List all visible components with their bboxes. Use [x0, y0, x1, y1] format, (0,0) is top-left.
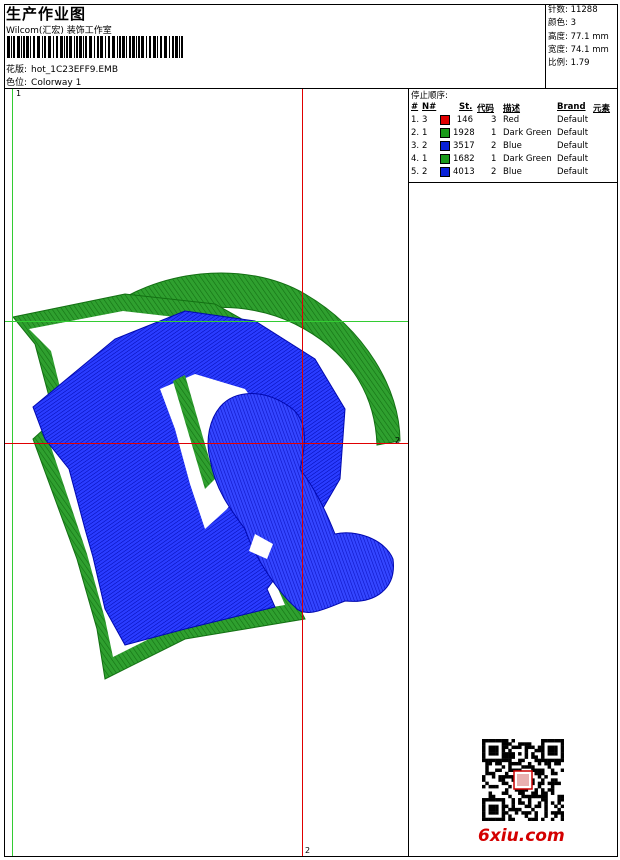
table-row: 2. 1 1928 1 Dark Green Default: [409, 128, 617, 141]
color-swatch: [440, 128, 450, 138]
guide-line-vertical-red: [302, 89, 303, 856]
barcode-image: [7, 36, 183, 58]
cell-idx: 1.: [411, 115, 420, 125]
specs-divider: [545, 4, 546, 88]
guide-label-top-left: 1: [16, 89, 22, 98]
col-header-stitches: St.: [459, 102, 473, 112]
cell-n: 2: [422, 167, 428, 177]
design-canvas: 1 2 2: [5, 89, 408, 856]
cell-desc: Blue: [503, 167, 522, 177]
col-header-brand: Brand: [557, 102, 586, 112]
cell-n: 1: [422, 128, 428, 138]
stop-table-divider: [408, 182, 618, 183]
colorway-label: 色位:: [6, 78, 28, 88]
color-swatch: [440, 167, 450, 177]
site-watermark-logo: 6xiu.com: [478, 826, 565, 846]
cell-brand: Default: [557, 167, 589, 177]
cell-desc: Dark Green: [503, 128, 552, 138]
cell-n: 2: [422, 141, 428, 151]
col-header-needle: N#: [422, 102, 437, 112]
cell-desc: Red: [503, 115, 520, 125]
cell-idx: 4.: [411, 154, 420, 164]
cell-n: 3: [422, 115, 428, 125]
color-swatch: [440, 154, 450, 164]
table-row: 5. 2 4013 2 Blue Default: [409, 167, 617, 180]
colorway-value: Colorway 1: [31, 78, 82, 88]
cell-desc: Dark Green: [503, 154, 552, 164]
cell-n: 1: [422, 154, 428, 164]
cell-st: 3517: [453, 141, 475, 151]
cell-code: 1: [491, 154, 497, 164]
col-header-code: 代码: [477, 104, 495, 114]
spec-width: 宽度: 74.1 mm: [548, 44, 609, 55]
spec-stitches: 针数: 11288: [548, 5, 598, 15]
spec-height: 高度: 77.1 mm: [548, 31, 609, 42]
spec-colors: 颜色: 3: [548, 18, 576, 29]
cell-idx: 5.: [411, 167, 420, 177]
specs-block: 针数: 11288 颜色: 3 高度: 77.1 mm 宽度: 74.1 mm …: [548, 4, 609, 70]
cell-desc: Blue: [503, 141, 522, 151]
colorway-line: 色位: Colorway 1: [6, 75, 81, 88]
col-header-idx: #: [411, 102, 419, 112]
page-title: 生产作业图: [6, 5, 87, 23]
panel-divider: [408, 88, 409, 857]
col-header-element: 元素: [593, 104, 611, 114]
cell-brand: Default: [557, 154, 589, 164]
cell-brand: Default: [557, 128, 589, 138]
col-header-desc: 描述: [503, 104, 521, 114]
cell-idx: 2.: [411, 128, 420, 138]
guide-line-horizontal-red: [5, 443, 408, 444]
spec-scale: 比例: 1.79: [548, 58, 590, 69]
cell-code: 2: [491, 167, 497, 177]
embroidery-design: [12, 272, 401, 680]
cell-st: 146: [456, 115, 473, 125]
guide-line-vertical-green: [12, 89, 13, 856]
guide-label-right: 2: [395, 436, 401, 445]
table-row: 1. 3 146 3 Red Default: [409, 115, 617, 128]
cell-st: 4013: [453, 167, 475, 177]
company-name: Wilcom(汇宏) 装饰工作室: [6, 26, 112, 36]
cell-brand: Default: [557, 141, 589, 151]
cell-st: 1682: [453, 154, 475, 164]
design-file-value: hot_1C23EFF9.EMB: [31, 65, 119, 75]
color-swatch: [440, 141, 450, 151]
cell-idx: 3.: [411, 141, 420, 151]
table-header-row: # N# St. 代码 描述 Brand 元素: [409, 102, 617, 115]
cell-code: 1: [491, 128, 497, 138]
guide-label-bottom: 2: [305, 846, 311, 855]
cell-st: 1928: [453, 128, 475, 138]
cell-brand: Default: [557, 115, 589, 125]
qr-code-image: [482, 739, 564, 821]
cell-code: 2: [491, 141, 497, 151]
design-file-line: 花版: hot_1C23EFF9.EMB: [6, 62, 118, 75]
table-row: 3. 2 3517 2 Blue Default: [409, 141, 617, 154]
stop-sequence-title: 停止顺序:: [411, 91, 448, 101]
color-swatch: [440, 115, 450, 125]
cell-code: 3: [491, 115, 497, 125]
design-file-label: 花版:: [6, 65, 28, 75]
table-row: 4. 1 1682 1 Dark Green Default: [409, 154, 617, 167]
guide-line-horizontal-green: [5, 321, 408, 322]
